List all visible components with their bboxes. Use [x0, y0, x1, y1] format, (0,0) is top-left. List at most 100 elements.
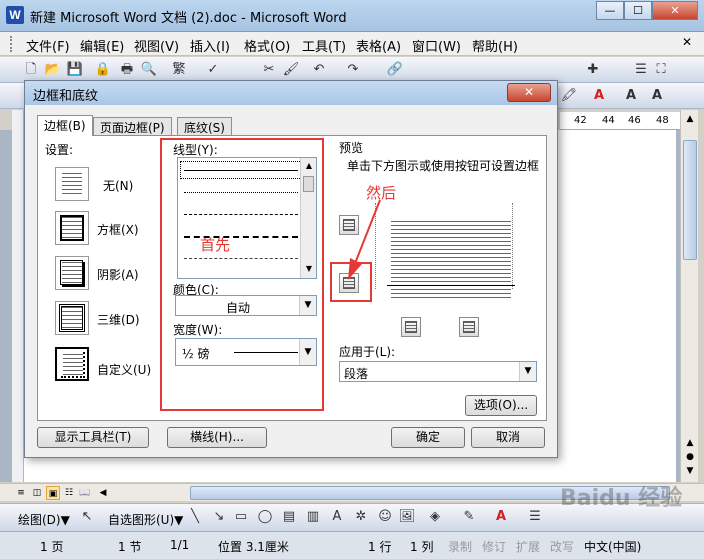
minimize-button[interactable]: — [596, 1, 624, 20]
scroll-left-icon[interactable]: ◀ [96, 486, 110, 500]
undo-icon[interactable]: ↶ [310, 61, 328, 79]
preview-label: 预览 [339, 141, 364, 155]
arrow-icon[interactable]: ↘ [210, 508, 228, 526]
next-page-icon[interactable]: ▼ [683, 464, 697, 478]
select-objects-icon[interactable]: ↖ [78, 508, 96, 526]
tab-page-border[interactable]: 页面边框(P) [93, 117, 172, 135]
drawing-icon[interactable]: ⛶ [652, 61, 670, 79]
vertical-ruler[interactable] [12, 110, 24, 482]
shrink-font-icon[interactable]: A [648, 87, 666, 105]
web-view-icon[interactable]: ◫ [30, 486, 44, 500]
status-pages: 1/1 [170, 538, 190, 552]
setting-shadow-label[interactable]: 阴影(A) [97, 266, 139, 283]
hyperlink-icon[interactable]: 🔗 [386, 61, 404, 79]
font-color-icon[interactable]: A [590, 87, 608, 105]
chevron-down-icon[interactable]: ▼ [519, 362, 536, 381]
open-icon[interactable]: 📂 [44, 61, 62, 79]
textbox-icon[interactable]: ▤ [280, 508, 298, 526]
left-border-button[interactable] [401, 317, 421, 337]
scroll-up-icon[interactable]: ▲ [683, 112, 697, 126]
status-column: 1 列 [410, 540, 434, 554]
line-icon[interactable]: ╲ [186, 508, 204, 526]
picture-icon[interactable]: 🖼 [398, 508, 416, 526]
vertical-textbox-icon[interactable]: ▥ [304, 508, 322, 526]
oval-icon[interactable]: ◯ [256, 508, 274, 526]
highlight-icon[interactable]: 🖍 [560, 87, 578, 105]
baidu-watermark: Baidu 经验 [560, 486, 683, 511]
print-icon[interactable]: 🖶 [118, 61, 136, 79]
menu-file[interactable]: 文件(F) [26, 36, 70, 55]
horizontal-line-button[interactable]: 横线(H)... [167, 427, 267, 448]
browse-object-icon[interactable]: ● [683, 450, 697, 464]
print-preview-icon[interactable]: 🔍 [140, 61, 158, 79]
right-border-button[interactable] [459, 317, 479, 337]
menu-help[interactable]: 帮助(H) [472, 36, 518, 55]
traditional-chinese-icon[interactable]: 繁 [170, 61, 188, 79]
maximize-button[interactable]: ☐ [624, 1, 652, 20]
line-color-icon[interactable]: ✎ [460, 508, 478, 526]
autoshapes-menu[interactable]: 自选图形(U)▼ [108, 511, 183, 528]
redo-icon[interactable]: ↷ [344, 61, 362, 79]
setting-box-label[interactable]: 方框(X) [97, 221, 139, 238]
normal-view-icon[interactable]: ≡ [14, 486, 28, 500]
dialog-close-button[interactable]: ✕ [507, 83, 551, 102]
horizontal-ruler[interactable]: 42 44 46 48 [560, 112, 680, 130]
menu-table[interactable]: 表格(A) [356, 36, 401, 55]
draw-menu[interactable]: 绘图(D)▼ [18, 511, 70, 528]
tab-borders[interactable]: 边框(B) [37, 115, 93, 136]
vertical-scrollbar[interactable]: ▲ ▲ ● ▼ [680, 110, 698, 482]
menu-insert[interactable]: 插入(I) [190, 36, 230, 55]
setting-custom-icon[interactable] [55, 347, 89, 381]
print-layout-icon[interactable]: ▣ [46, 486, 60, 500]
options-button[interactable]: 选项(O)... [465, 395, 537, 416]
status-overtype[interactable]: 改写 [550, 538, 574, 555]
setting-custom-label[interactable]: 自定义(U) [97, 361, 151, 378]
grow-font-icon[interactable]: A [622, 87, 640, 105]
cancel-button[interactable]: 取消 [471, 427, 545, 448]
diagram-icon[interactable]: ✲ [352, 508, 370, 526]
setting-box-icon[interactable] [55, 211, 89, 245]
cut-icon[interactable]: ✂ [260, 61, 278, 79]
line-style-icon[interactable]: ☰ [526, 508, 544, 526]
setting-3d-label[interactable]: 三维(D) [97, 311, 140, 328]
ok-button[interactable]: 确定 [391, 427, 465, 448]
setting-none-label[interactable]: 无(N) [103, 177, 133, 194]
setting-3d-icon[interactable] [55, 301, 89, 335]
close-window-button[interactable]: ✕ [652, 1, 698, 20]
preview-paragraph-lines[interactable] [391, 221, 511, 299]
save-icon[interactable]: 💾 [66, 61, 84, 79]
preview-bottom-border[interactable] [387, 285, 515, 286]
status-line: 1 行 [368, 540, 392, 554]
setting-shadow-icon[interactable] [55, 256, 89, 290]
draw-font-color-icon[interactable]: A [492, 508, 510, 526]
insert-table-icon[interactable]: ✚ [584, 61, 602, 79]
prev-page-icon[interactable]: ▲ [683, 436, 697, 450]
menu-tools[interactable]: 工具(T) [302, 36, 346, 55]
menu-window[interactable]: 窗口(W) [412, 36, 461, 55]
menu-edit[interactable]: 编辑(E) [80, 36, 124, 55]
dialog-title: 边框和底纹 [33, 89, 99, 104]
wordart-icon[interactable]: A [328, 508, 346, 526]
status-extend[interactable]: 扩展 [516, 538, 540, 555]
show-toolbar-button[interactable]: 显示工具栏(T) [37, 427, 149, 448]
menu-format[interactable]: 格式(O) [244, 36, 290, 55]
permission-icon[interactable]: 🔒 [94, 61, 112, 79]
rectangle-icon[interactable]: ▭ [232, 508, 250, 526]
menu-view[interactable]: 视图(V) [134, 36, 179, 55]
doc-close-icon[interactable]: ✕ [680, 35, 694, 49]
new-document-icon[interactable]: 🗋 [22, 61, 40, 79]
vertical-scroll-thumb[interactable] [683, 140, 697, 260]
setting-none-icon[interactable] [55, 167, 89, 201]
status-revision[interactable]: 修订 [482, 538, 506, 555]
fill-color-icon[interactable]: ◈ [426, 508, 444, 526]
format-painter-icon[interactable]: 🖌 [282, 61, 300, 79]
status-record[interactable]: 录制 [448, 538, 472, 555]
tab-shading[interactable]: 底纹(S) [177, 117, 232, 135]
clipart-icon[interactable]: ☺ [376, 508, 394, 526]
apply-to-select[interactable]: 段落 ▼ [339, 361, 537, 382]
reading-view-icon[interactable]: 📖 [78, 486, 92, 500]
status-page: 1 页 [40, 540, 64, 554]
outline-view-icon[interactable]: ☷ [62, 486, 76, 500]
spelling-icon[interactable]: ✓ [204, 61, 222, 79]
columns-icon[interactable]: ☰ [632, 61, 650, 79]
